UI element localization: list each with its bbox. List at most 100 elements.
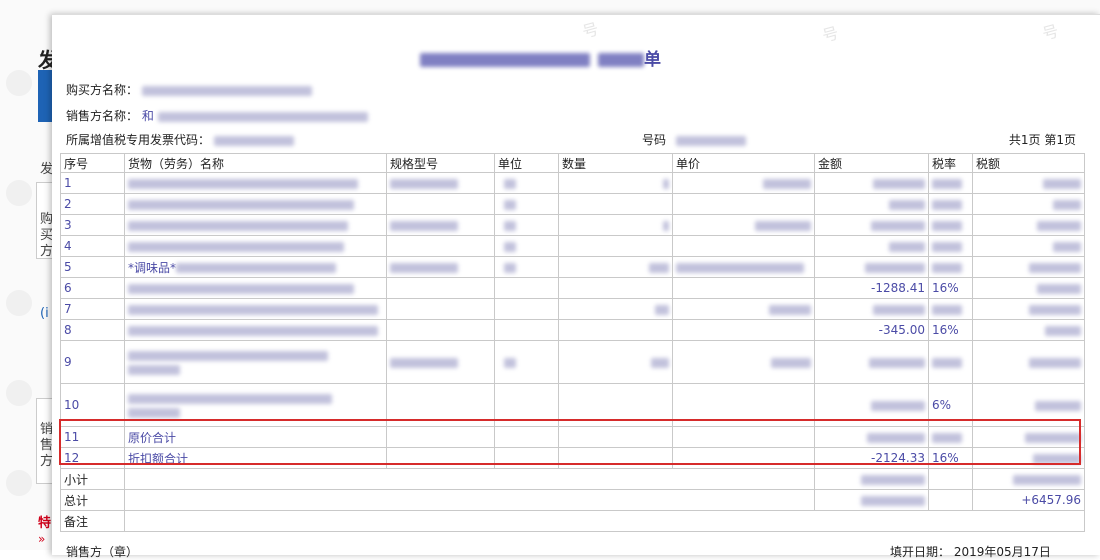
redacted-text bbox=[932, 199, 962, 210]
spec-model bbox=[386, 235, 495, 257]
watermark-icon bbox=[6, 470, 32, 496]
redacted-text bbox=[1029, 262, 1081, 273]
redacted-text bbox=[867, 432, 925, 443]
unit bbox=[494, 383, 559, 427]
issue-date-label: 填开日期： bbox=[890, 545, 951, 559]
unit bbox=[494, 235, 559, 257]
spec-model bbox=[386, 447, 495, 469]
redacted-text bbox=[871, 400, 925, 411]
column-header: 货物（劳务）名称 bbox=[124, 153, 387, 173]
redacted-text bbox=[1025, 432, 1081, 443]
table-row: 5 *调味品* bbox=[60, 256, 1085, 278]
amount bbox=[814, 340, 929, 384]
amount bbox=[814, 193, 929, 215]
table-row: 1 bbox=[60, 172, 1085, 194]
subtotal-amount bbox=[814, 468, 929, 490]
redacted-text bbox=[769, 304, 811, 315]
redacted-text bbox=[390, 357, 458, 368]
spec-model bbox=[386, 298, 495, 320]
background-link[interactable]: (i bbox=[40, 306, 49, 321]
unit-price bbox=[672, 340, 815, 384]
redacted-text bbox=[128, 220, 348, 231]
amount bbox=[814, 214, 929, 236]
chevron-icon[interactable]: » bbox=[38, 532, 45, 546]
tax-rate bbox=[928, 193, 973, 215]
redacted-text bbox=[932, 304, 962, 315]
unit bbox=[494, 447, 559, 469]
unit-price bbox=[672, 277, 815, 299]
quantity bbox=[558, 235, 673, 257]
tax-rate bbox=[928, 172, 973, 194]
goods-name bbox=[124, 383, 387, 427]
redacted-text bbox=[663, 220, 669, 231]
column-header: 税率 bbox=[928, 153, 973, 173]
redacted-text bbox=[1053, 241, 1081, 252]
amount: -1288.41 bbox=[814, 277, 929, 299]
redacted-text bbox=[157, 111, 368, 122]
table-row: 4 bbox=[60, 235, 1085, 257]
amount: -345.00 bbox=[814, 319, 929, 341]
unit bbox=[494, 340, 559, 384]
redacted-text bbox=[663, 178, 669, 189]
tax-amount bbox=[972, 340, 1085, 384]
table-row-discount-total: 12 折扣额合计 -2124.33 16% bbox=[60, 447, 1085, 469]
amount bbox=[814, 172, 929, 194]
redacted-text bbox=[128, 364, 180, 375]
redacted-text bbox=[128, 283, 354, 294]
row-number: 3 bbox=[60, 214, 125, 236]
redacted-text bbox=[771, 357, 811, 368]
tax-rate bbox=[928, 426, 973, 448]
column-header: 单位 bbox=[494, 153, 559, 173]
redacted-text bbox=[390, 262, 458, 273]
redacted-text bbox=[675, 135, 746, 146]
table-header-row: 序号 货物（劳务）名称 规格型号 单位 数量 单价 金额 税率 税额 bbox=[60, 153, 1085, 173]
tax-amount bbox=[972, 319, 1085, 341]
goods-name-text: *调味品* bbox=[128, 260, 177, 275]
document-title: 单 bbox=[420, 45, 665, 70]
redacted-text bbox=[128, 407, 180, 418]
spec-model bbox=[386, 193, 495, 215]
total-label: 总计 bbox=[60, 489, 125, 511]
spec-model bbox=[386, 214, 495, 236]
redacted-text bbox=[1013, 474, 1081, 485]
invoice-number-row: 号码 bbox=[642, 131, 746, 148]
redacted-text bbox=[871, 220, 925, 231]
seller-name-value: 和 bbox=[141, 109, 154, 123]
redacted-text bbox=[141, 85, 312, 96]
redacted-text bbox=[128, 304, 378, 315]
total-tax: +6457.96 bbox=[972, 489, 1085, 511]
table-row: 6 -1288.41 16% bbox=[60, 277, 1085, 299]
redacted-text bbox=[504, 241, 516, 252]
unit-price bbox=[672, 193, 815, 215]
quantity bbox=[558, 172, 673, 194]
redacted-text bbox=[504, 178, 516, 189]
invoice-number-label: 号码 bbox=[642, 133, 667, 147]
redacted-text bbox=[1037, 283, 1081, 294]
table-row: 7 bbox=[60, 298, 1085, 320]
redacted-text bbox=[128, 325, 378, 336]
table-row: 2 bbox=[60, 193, 1085, 215]
unit-price bbox=[672, 235, 815, 257]
redacted-text bbox=[1045, 325, 1081, 336]
amount bbox=[814, 235, 929, 257]
empty-cell bbox=[124, 489, 815, 511]
redacted-text bbox=[390, 220, 458, 231]
goods-name: 原价合计 bbox=[124, 426, 387, 448]
redacted-text bbox=[1029, 357, 1081, 368]
redacted-text bbox=[655, 304, 669, 315]
unit-price bbox=[672, 319, 815, 341]
tax-rate bbox=[928, 235, 973, 257]
redacted-text bbox=[213, 135, 294, 146]
redacted-text bbox=[176, 263, 337, 273]
tax-rate bbox=[928, 256, 973, 278]
tax-amount bbox=[972, 172, 1085, 194]
amount bbox=[814, 256, 929, 278]
row-number: 9 bbox=[60, 340, 125, 384]
unit-price bbox=[672, 172, 815, 194]
table-row: 3 bbox=[60, 214, 1085, 236]
total-row: 总计 +6457.96 bbox=[60, 489, 1085, 511]
unit bbox=[494, 277, 559, 299]
redacted-text bbox=[649, 262, 669, 273]
quantity bbox=[558, 340, 673, 384]
row-number: 12 bbox=[60, 447, 125, 469]
